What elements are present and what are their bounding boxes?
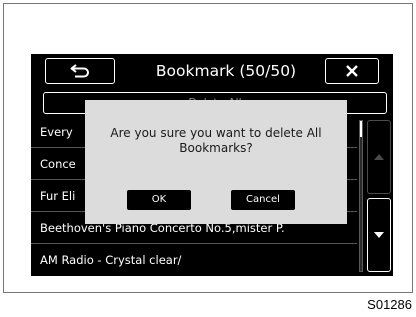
triangle-up-icon (374, 154, 384, 160)
dialog-message: Are you sure you want to delete All Book… (110, 126, 322, 155)
back-button[interactable] (45, 58, 115, 84)
page-title: Bookmark (50/50) (155, 62, 297, 80)
figure-code: S01286 (367, 297, 412, 312)
cancel-button[interactable]: Cancel (231, 190, 295, 210)
scroll-down-button[interactable] (367, 198, 391, 272)
head-unit-screen: Bookmark (50/50) Delete All Every Conce … (31, 54, 393, 276)
close-button[interactable] (325, 58, 379, 84)
ok-button[interactable]: OK (127, 190, 191, 210)
triangle-down-icon (374, 232, 384, 238)
list-item[interactable]: AM Radio - Crystal clear/ (31, 244, 357, 276)
scroll-up-button[interactable] (367, 120, 391, 194)
close-x-icon (346, 65, 358, 77)
return-arrow-icon (70, 64, 89, 78)
scroll-thumb[interactable] (360, 121, 362, 137)
scrollbar[interactable] (359, 120, 363, 272)
confirm-dialog: Are you sure you want to delete All Book… (85, 100, 347, 224)
